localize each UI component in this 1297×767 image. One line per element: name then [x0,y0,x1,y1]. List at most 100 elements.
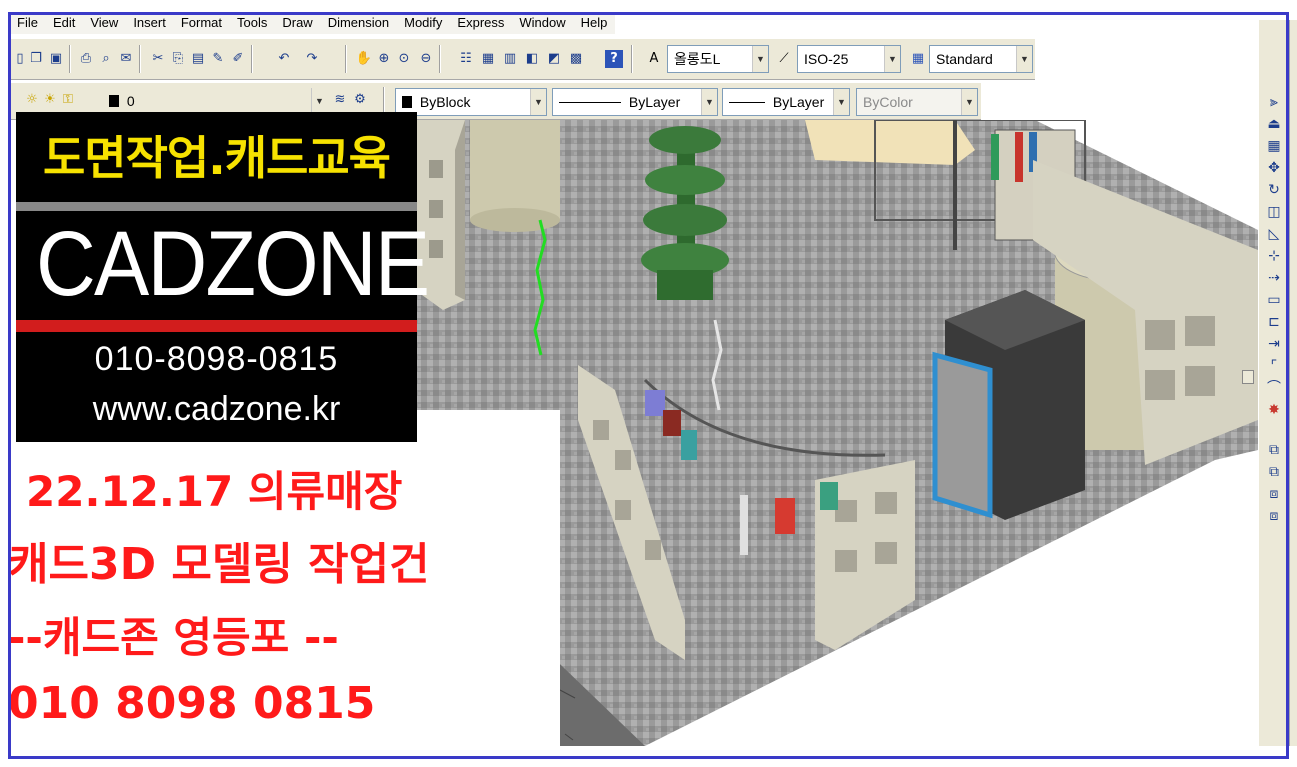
toolbar-separator [439,45,441,73]
linetype-value: ByLayer [628,94,681,110]
break-icon[interactable]: ▭ [1264,290,1284,310]
draw-order-front-icon[interactable]: ⧉ [1264,440,1284,460]
menu-view[interactable]: View [83,12,126,34]
paste-icon[interactable]: ▤ [189,50,207,68]
toolbar-separator [139,45,141,73]
design-center-icon[interactable]: ▦ [479,50,497,68]
modify-toolbar: ⫸ ⏏ ▦ ✥ ↻ ◫ ◺ ⊹ ⇢ ▭ ⊏ ⇥ ⌜ ⌒ ✸ ⧉ ⧉ ⧈ ⧈ [1258,20,1288,746]
zoom-previous-icon[interactable]: ⊖ [417,50,435,68]
join-icon[interactable]: ⇥ [1264,334,1284,354]
menu-file[interactable]: File [10,12,46,34]
wall-niche [429,160,443,178]
block-editor-icon[interactable]: ✐ [229,50,247,68]
chevron-down-icon: ▼ [752,46,768,72]
lineweight-select[interactable]: ByLayer ▼ [722,88,850,116]
zoom-window-icon[interactable]: ⊙ [395,50,413,68]
properties-icon[interactable]: ☷ [457,50,475,68]
scale-icon[interactable]: ◫ [1264,202,1284,222]
sheet-set-icon[interactable]: ◧ [523,50,541,68]
layer-previous-icon[interactable]: ⚙ [351,91,369,109]
back-shelf [805,120,975,165]
extend-icon[interactable]: ⇢ [1264,268,1284,288]
explode-icon[interactable]: ✸ [1264,400,1284,420]
menu-format[interactable]: Format [174,12,230,34]
rotate-icon[interactable]: ↻ [1264,180,1284,200]
mirror-icon[interactable]: ⫸ [1264,92,1284,112]
scrollbar-thumb[interactable] [1242,370,1254,384]
logo-red-bar [16,320,417,332]
zoom-realtime-icon[interactable]: ⊕ [375,50,393,68]
menu-edit[interactable]: Edit [46,12,83,34]
notice-title-line: 캐드3D 모델링 작업건 [8,539,430,590]
wall-niche [835,550,857,572]
copy-icon[interactable]: ⎘ [169,50,187,68]
toolbar-separator [631,45,633,73]
help-icon[interactable]: ? [605,50,623,68]
chamfer-icon[interactable]: ⌜ [1264,356,1284,376]
sun-icon[interactable]: ☀ [41,91,59,109]
text-style-value: 올롱도L [674,51,721,67]
hanging-garment [1015,132,1023,182]
menu-insert[interactable]: Insert [126,12,174,34]
chevron-down-icon: ▼ [311,88,327,114]
match-properties-icon[interactable]: ✎ [209,50,227,68]
preview-icon[interactable]: ⌕ [97,50,115,68]
break-point-icon[interactable]: ⊏ [1264,312,1284,332]
wall-niche [1185,316,1215,346]
cut-icon[interactable]: ✂ [149,50,167,68]
save-icon[interactable]: ▣ [47,50,65,68]
menu-dimension[interactable]: Dimension [321,12,397,34]
lightbulb-icon[interactable]: ☼ [23,91,41,109]
lock-icon[interactable]: ⚿ [59,91,77,109]
menu-modify[interactable]: Modify [397,12,450,34]
array-icon[interactable]: ▦ [1264,136,1284,156]
chevron-down-icon: ▼ [961,89,977,115]
menu-help[interactable]: Help [574,12,616,34]
color-select[interactable]: ByBlock ▼ [395,88,547,116]
tree-tier [643,204,727,236]
trim-icon[interactable]: ⊹ [1264,246,1284,266]
fillet-icon[interactable]: ⌒ [1264,378,1284,398]
bring-above-icon[interactable]: ⧈ [1264,484,1284,504]
linetype-select[interactable]: ByLayer ▼ [552,88,718,116]
make-current-layer-icon[interactable]: ≋ [331,91,349,109]
table-style-select[interactable]: Standard ▼ [929,45,1033,73]
menu-draw[interactable]: Draw [275,12,320,34]
redo-icon[interactable]: ↷ [303,50,321,68]
logo-brand: CADZONE [36,213,430,315]
tool-palettes-icon[interactable]: ▥ [501,50,519,68]
menu-express[interactable]: Express [450,12,512,34]
color-swatch [402,96,412,108]
toolbar-separator [69,45,71,73]
garment [820,482,838,510]
plot-style-select: ByColor ▼ [856,88,978,116]
menu-tools[interactable]: Tools [230,12,275,34]
logo-divider [16,202,417,211]
tree-tier [649,126,721,154]
notice-date-line: 22.12.17 의류매장 [26,467,403,516]
move-icon[interactable]: ✥ [1264,158,1284,178]
logo-top-text: 도면작업.캐드교육 [42,131,391,185]
markup-icon[interactable]: ◩ [545,50,563,68]
color-value: ByBlock [419,94,471,110]
wall-niche [875,542,897,564]
stretch-icon[interactable]: ◺ [1264,224,1284,244]
offset-icon[interactable]: ⏏ [1264,114,1284,134]
menu-window[interactable]: Window [512,12,573,34]
text-style-select[interactable]: 올롱도L ▼ [667,45,769,73]
garment [775,498,795,534]
chevron-down-icon: ▼ [884,46,900,72]
pan-icon[interactable]: ✋ [355,50,373,68]
dim-style-select[interactable]: ISO-25 ▼ [797,45,901,73]
left-wall-side [455,120,465,300]
wall-niche [1145,320,1175,350]
cadzone-logo: 도면작업.캐드교육 CADZONE 010-8098-0815 www.cadz… [16,112,430,442]
calculator-icon[interactable]: ▩ [567,50,585,68]
plot-icon[interactable]: ⎙ [77,50,95,68]
draw-order-back-icon[interactable]: ⧉ [1264,462,1284,482]
send-under-icon[interactable]: ⧈ [1264,506,1284,526]
open-icon[interactable]: ❐ [27,50,45,68]
publish-icon[interactable]: ✉ [117,50,135,68]
undo-icon[interactable]: ↶ [275,50,293,68]
garment [645,390,665,416]
